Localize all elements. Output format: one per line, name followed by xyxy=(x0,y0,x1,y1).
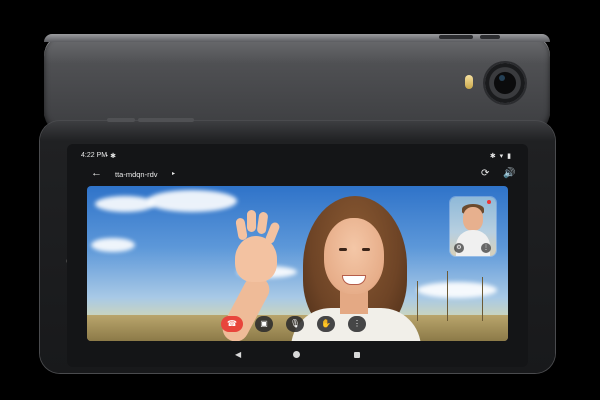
tablet-button xyxy=(138,118,194,122)
volume-button xyxy=(439,35,473,39)
speaker-icon[interactable]: 🔊 xyxy=(503,168,515,179)
person-eye xyxy=(339,248,347,251)
cloud xyxy=(95,196,155,212)
grass xyxy=(417,281,418,321)
rear-camera-icon xyxy=(485,63,525,103)
status-left-icons: ◔ ✱ xyxy=(104,153,117,160)
call-controls: ☎ ▣ 🎙 ✋ ⋮ xyxy=(221,316,421,334)
power-button xyxy=(480,35,500,39)
more-options-button[interactable]: ⋮ xyxy=(348,316,366,332)
tablet-screen: 4:22 PM ◔ ✱ ✱ ▾ ▮ ← tta-mdqn-rdv ▸ ⟳ 🔊 ⚙… xyxy=(67,144,528,367)
self-view-more-icon[interactable]: ⋮ xyxy=(481,243,491,253)
cloud xyxy=(417,282,497,298)
grass xyxy=(482,277,483,321)
status-bar: 4:22 PM ◔ ✱ ✱ ▾ ▮ xyxy=(67,144,528,164)
call-app-bar: ← tta-mdqn-rdv ▸ ⟳ 🔊 xyxy=(67,164,528,186)
self-view-tile[interactable]: ⚙ ⋮ xyxy=(450,197,496,256)
nav-recents-icon[interactable] xyxy=(354,352,360,358)
system-nav-bar: ◀ xyxy=(67,348,528,367)
meeting-code[interactable]: tta-mdqn-rdv xyxy=(115,170,158,179)
recording-dot-icon xyxy=(487,200,491,204)
raise-hand-button[interactable]: ✋ xyxy=(317,316,335,332)
finger xyxy=(235,217,248,241)
status-right-icons: ✱ ▾ ▮ xyxy=(489,153,512,160)
tablet-top-rail xyxy=(44,34,550,42)
finger xyxy=(256,211,269,235)
nav-home-icon[interactable] xyxy=(293,351,300,358)
self-face xyxy=(463,207,483,231)
grass xyxy=(447,271,448,321)
effects-icon[interactable]: ⚙ xyxy=(454,243,464,253)
person-eye xyxy=(362,248,370,251)
cloud xyxy=(91,238,135,252)
camera-flash xyxy=(465,75,473,89)
finger xyxy=(247,210,256,232)
cloud xyxy=(147,190,237,212)
camera-toggle-button[interactable]: ▣ xyxy=(255,316,273,332)
back-arrow-icon[interactable]: ← xyxy=(91,167,102,179)
tablet-button xyxy=(107,118,135,122)
nav-back-icon[interactable]: ◀ xyxy=(235,350,241,359)
switch-camera-icon[interactable]: ⟳ xyxy=(481,168,489,179)
end-call-button[interactable]: ☎ xyxy=(221,316,243,332)
microphone-button[interactable]: 🎙 xyxy=(286,316,304,332)
chevron-right-icon[interactable]: ▸ xyxy=(172,170,175,177)
